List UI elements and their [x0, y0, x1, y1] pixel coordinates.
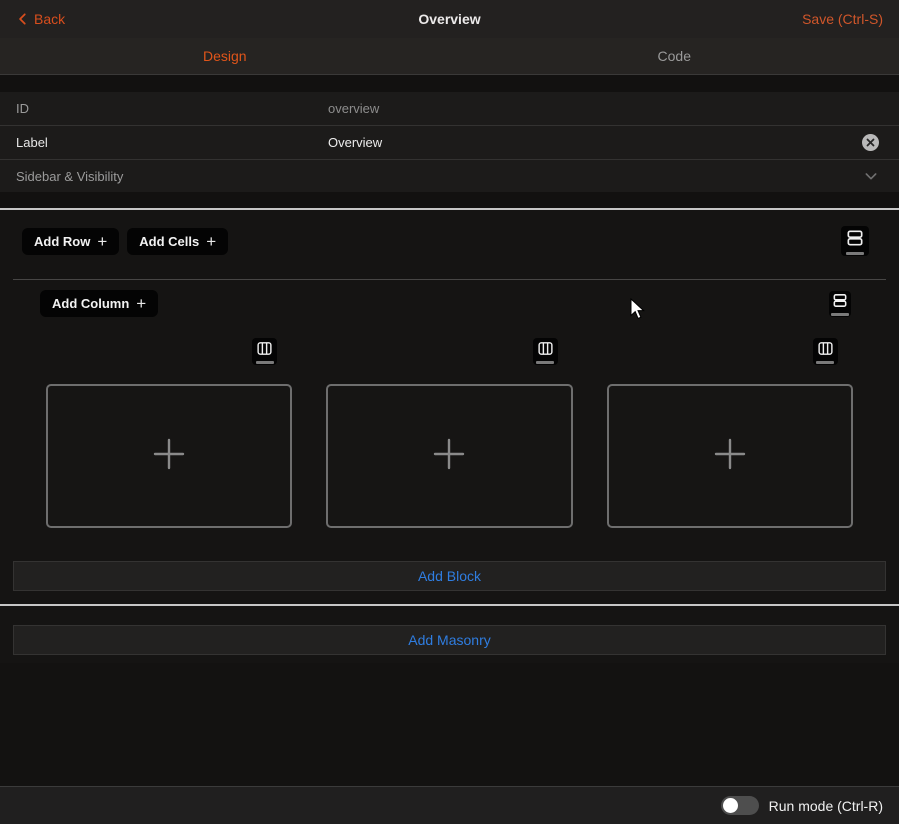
add-cells-label: Add Cells — [139, 234, 199, 249]
add-plus-icon — [431, 436, 467, 477]
builder-toolbar: Add Row + Add Cells + — [0, 210, 899, 256]
add-row-button[interactable]: Add Row + — [22, 228, 119, 255]
run-mode-toggle[interactable] — [721, 796, 759, 815]
selected-indicator — [536, 361, 554, 364]
toggle-knob — [723, 798, 738, 813]
plus-icon: + — [97, 233, 107, 250]
chevron-down-icon — [863, 168, 879, 184]
columns-layout-icon — [816, 340, 835, 360]
section-divider — [0, 604, 899, 606]
spacer — [0, 192, 899, 208]
add-column-button[interactable]: Add Column + — [40, 290, 158, 317]
row-container: Add Column + — [13, 279, 886, 591]
empty-area — [0, 663, 899, 786]
rows-layout-icon — [831, 292, 849, 312]
sidebar-visibility-label: Sidebar & Visibility — [16, 169, 328, 184]
add-masonry-button[interactable]: Add Masonry — [13, 625, 886, 655]
save-button[interactable]: Save (Ctrl-S) — [802, 11, 883, 27]
tab-bar: Design Code — [0, 38, 899, 75]
add-column-label: Add Column — [52, 296, 129, 311]
selected-indicator — [846, 252, 864, 255]
layout-builder: Add Row + Add Cells + Add Column + — [0, 210, 899, 663]
plus-icon: + — [136, 295, 146, 312]
form-row-id: ID overview — [0, 92, 899, 126]
column-layout-button[interactable] — [533, 338, 558, 365]
rows-layout-button[interactable] — [841, 226, 869, 256]
add-plus-icon — [712, 436, 748, 477]
properties-form: ID overview Label Overview Sidebar & Vis… — [0, 92, 899, 192]
column-layout-button[interactable] — [252, 338, 277, 365]
label-label: Label — [16, 135, 328, 150]
row-layout-button[interactable] — [829, 291, 851, 317]
form-row-sidebar-visibility[interactable]: Sidebar & Visibility — [0, 160, 899, 192]
tab-design[interactable]: Design — [0, 38, 450, 74]
clear-icon[interactable] — [862, 134, 879, 151]
form-row-label: Label Overview — [0, 126, 899, 160]
chevron-left-icon — [16, 12, 30, 26]
columns-grid — [46, 338, 853, 528]
columns-layout-icon — [536, 340, 555, 360]
back-label: Back — [34, 11, 65, 27]
run-mode-label: Run mode (Ctrl-R) — [769, 798, 883, 814]
label-field[interactable]: Overview — [328, 135, 862, 150]
rows-layout-icon — [844, 228, 866, 251]
add-block-button[interactable]: Add Block — [13, 561, 886, 591]
spacer — [0, 75, 899, 92]
status-bar: Run mode (Ctrl-R) — [0, 786, 899, 824]
plus-icon: + — [206, 233, 216, 250]
tab-code[interactable]: Code — [450, 38, 899, 74]
empty-cell-add-target[interactable] — [326, 384, 572, 528]
id-field[interactable]: overview — [328, 101, 883, 116]
row-header: Add Column + — [13, 290, 886, 317]
column-1 — [46, 338, 292, 528]
add-cells-button[interactable]: Add Cells + — [127, 228, 228, 255]
columns-layout-icon — [255, 340, 274, 360]
selected-indicator — [816, 361, 834, 364]
selected-indicator — [256, 361, 274, 364]
empty-cell-add-target[interactable] — [607, 384, 853, 528]
column-2 — [326, 338, 572, 528]
id-label: ID — [16, 101, 328, 116]
app-window: Back Overview Save (Ctrl-S) Design Code … — [0, 0, 899, 824]
add-plus-icon — [151, 436, 187, 477]
empty-cell-add-target[interactable] — [46, 384, 292, 528]
column-3 — [607, 338, 853, 528]
top-bar: Back Overview Save (Ctrl-S) — [0, 0, 899, 38]
column-layout-button[interactable] — [813, 338, 838, 365]
add-row-label: Add Row — [34, 234, 90, 249]
page-title: Overview — [0, 11, 899, 27]
selected-indicator — [831, 313, 849, 316]
back-button[interactable]: Back — [16, 11, 65, 27]
